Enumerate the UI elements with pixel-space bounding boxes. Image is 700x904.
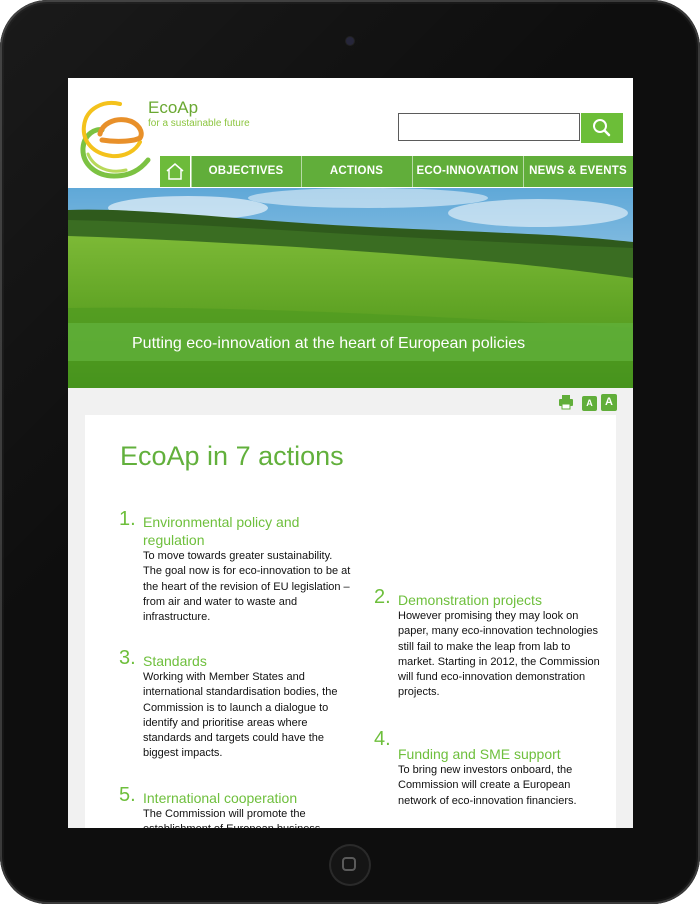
font-size-large-button[interactable]: A [601,394,617,411]
header: EcoAp for a sustainable future OBJECTIVE… [68,78,633,188]
home-button-square-icon [342,857,356,871]
hero-banner: Putting eco-innovation at the heart of E… [68,188,633,388]
action-title[interactable]: Funding and SME support [398,745,618,763]
action-number: 1. [119,508,136,530]
nav-item-news-events[interactable]: NEWS & EVENTS [523,156,633,187]
action-description: To move towards greater sustainability. … [143,550,351,624]
action-description: To bring new investors onboard, the Comm… [398,764,577,807]
action-description: However promising they may look on paper… [398,610,600,699]
search-icon [593,119,611,137]
action-number: 5. [119,784,136,806]
action-title[interactable]: Environmental policy and regulation [143,513,343,549]
action-number: 3. [119,647,136,669]
font-size-small-button[interactable]: A [582,396,597,411]
print-icon[interactable] [558,394,574,410]
nav-home[interactable] [160,156,190,187]
search-button[interactable] [581,113,623,143]
action-title[interactable]: International cooperation [143,789,343,807]
hero-caption: Putting eco-innovation at the heart of E… [132,335,526,352]
nav-item-eco-innovation[interactable]: ECO-INNOVATION [412,156,523,187]
nav-item-objectives[interactable]: OBJECTIVES [191,156,301,187]
brand-tagline: for a sustainable future [148,118,250,129]
nav-item-actions[interactable]: ACTIONS [301,156,412,187]
home-icon [166,163,184,180]
screen: EcoAp for a sustainable future OBJECTIVE… [68,78,633,828]
action-title[interactable]: Demonstration projects [398,591,618,609]
camera-icon [346,37,354,45]
brand-name: EcoAp [148,98,199,117]
action-description: Working with Member States and internati… [143,671,338,760]
action-number: 2. [374,586,391,608]
action-number: 4. [374,728,391,750]
search-input[interactable] [398,113,580,141]
page-title: EcoAp in 7 actions [120,441,344,471]
content-panel: EcoAp in 7 actions 1. Environmental poli… [85,415,616,828]
main-nav: OBJECTIVES ACTIONS ECO-INNOVATION NEWS &… [68,156,633,187]
tablet-home-button[interactable] [329,844,371,886]
action-title[interactable]: Standards [143,652,343,670]
action-description: The Commission will promote the establis… [143,808,320,828]
page-tools: A A [558,394,628,412]
